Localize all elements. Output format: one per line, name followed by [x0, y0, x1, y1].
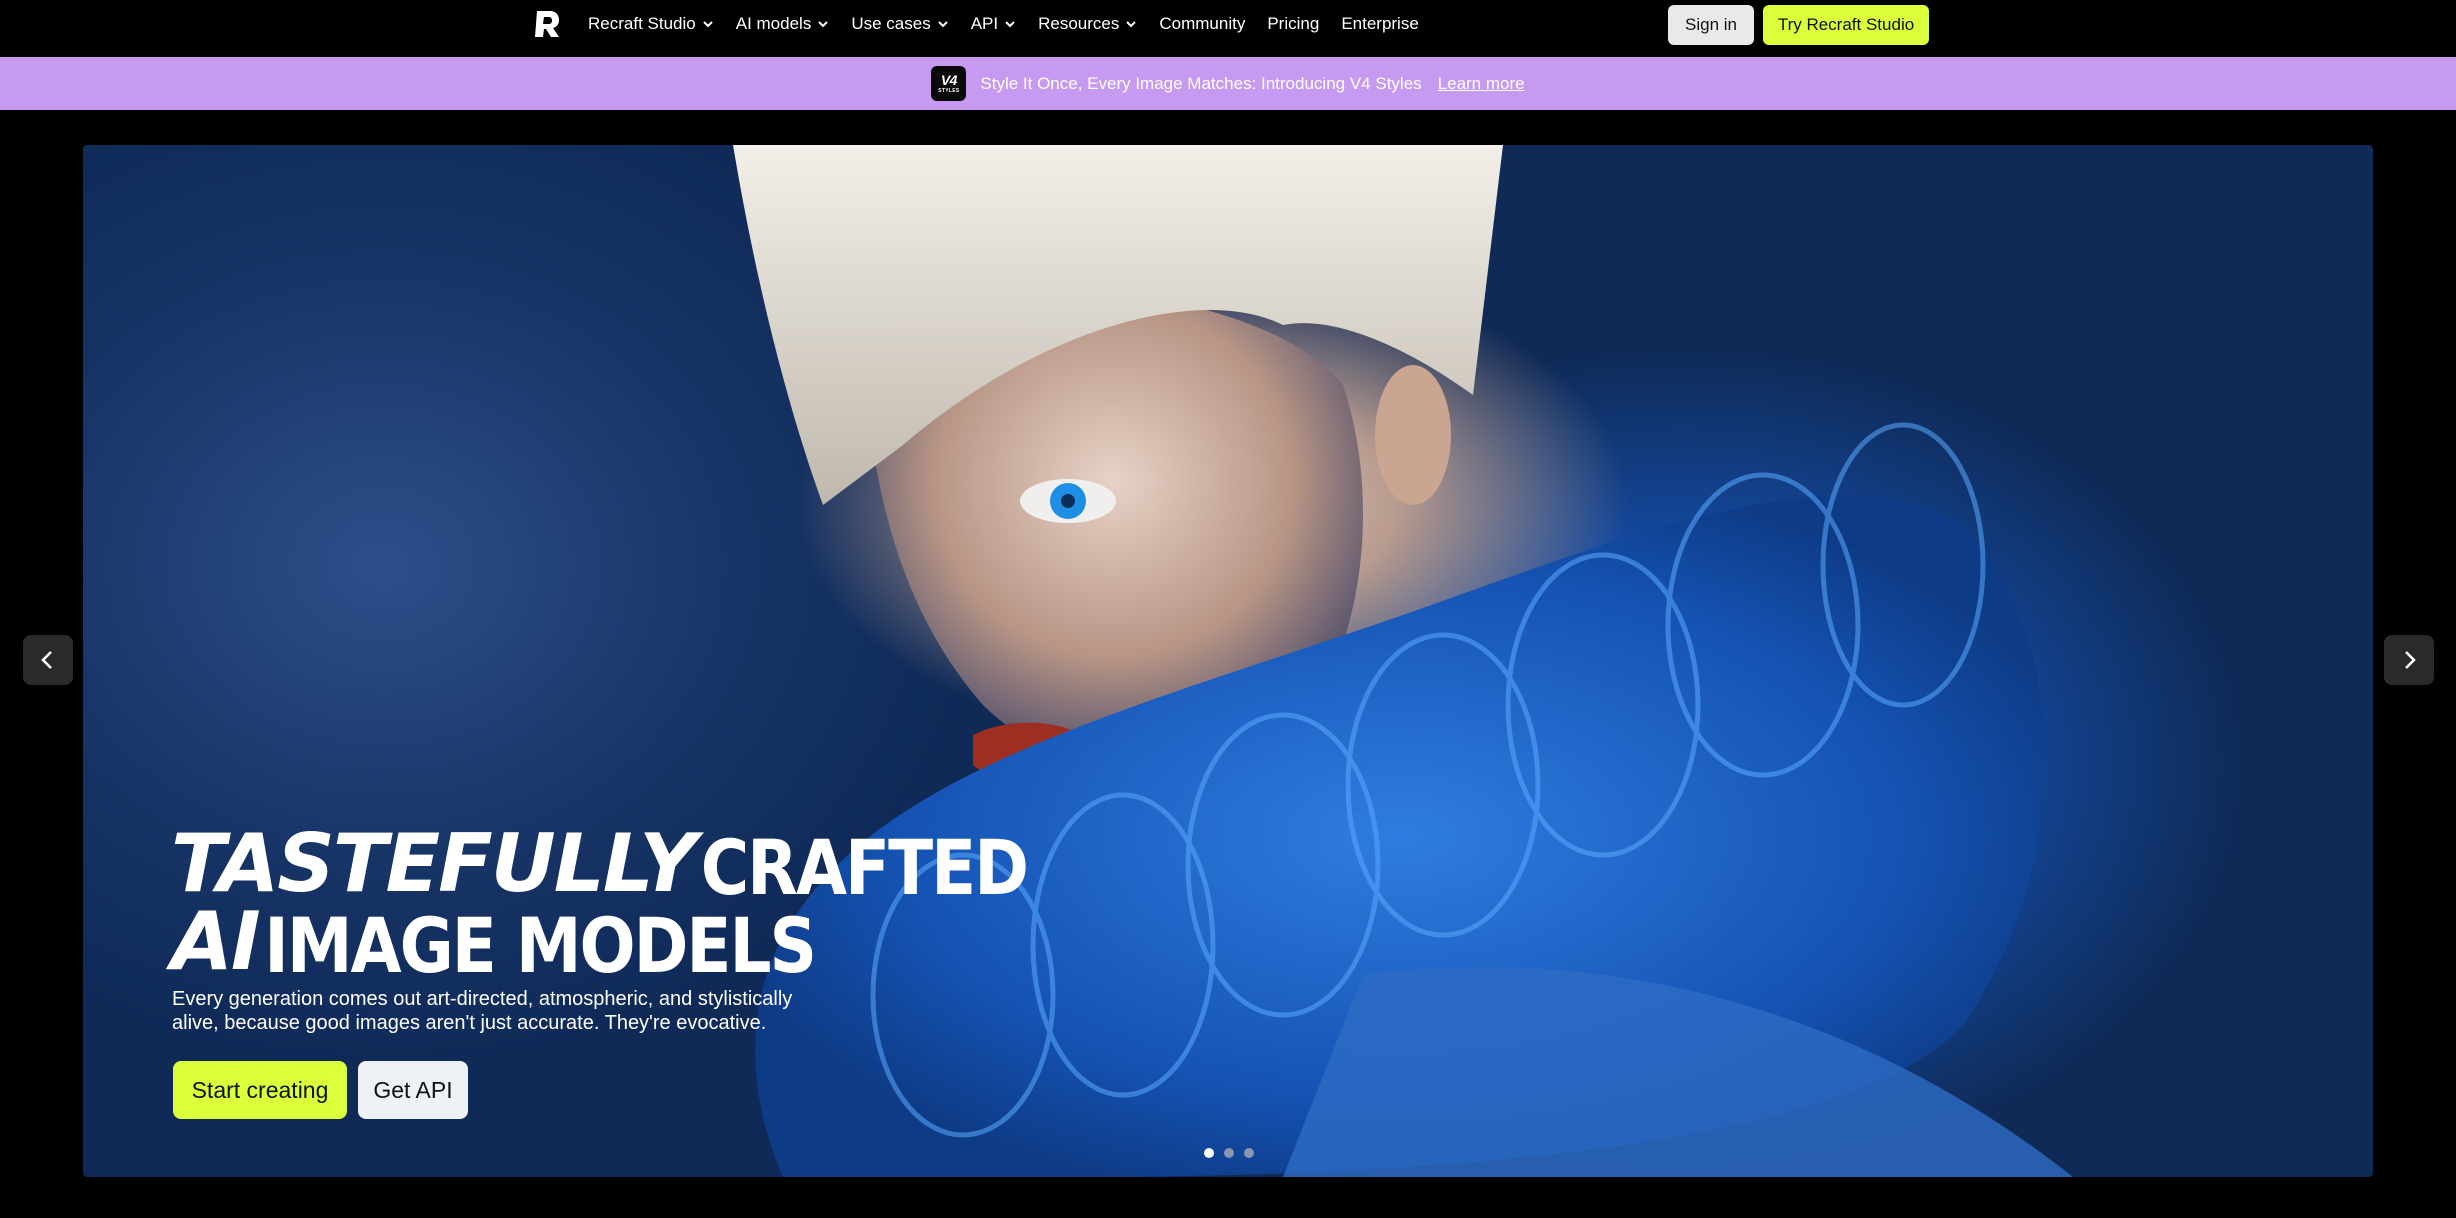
hero-description: Every generation comes out art-directed,…	[172, 988, 793, 1034]
recraft-logo-icon[interactable]	[532, 8, 564, 40]
announcement-bar: V4 STYLES Style It Once, Every Image Mat…	[0, 57, 2456, 110]
carousel-prev-button[interactable]	[23, 635, 73, 685]
nav-item-pricing[interactable]: Pricing	[1267, 14, 1319, 34]
sign-in-button[interactable]: Sign in	[1668, 5, 1754, 45]
nav-item-community[interactable]: Community	[1159, 14, 1245, 34]
get-api-button[interactable]: Get API	[358, 1061, 468, 1119]
nav-item-api[interactable]: API	[971, 14, 1016, 34]
chevron-right-icon	[2405, 651, 2416, 669]
nav-item-ai-models[interactable]: AI models	[736, 14, 830, 34]
nav-item-enterprise[interactable]: Enterprise	[1341, 14, 1418, 34]
try-recraft-studio-button[interactable]: Try Recraft Studio	[1763, 5, 1929, 45]
learn-more-link[interactable]: Learn more	[1438, 74, 1525, 94]
carousel-dot-2[interactable]	[1224, 1148, 1234, 1158]
carousel-next-button[interactable]	[2384, 635, 2434, 685]
chevron-down-icon	[1005, 21, 1015, 28]
nav-item-use-cases[interactable]: Use cases	[851, 14, 948, 34]
carousel-dot-3[interactable]	[1244, 1148, 1254, 1158]
chevron-down-icon	[703, 21, 713, 28]
chevron-down-icon	[937, 21, 948, 28]
top-navigation: Recraft Studio AI models Use cases API R…	[0, 0, 2456, 56]
nav-item-recraft-studio[interactable]: Recraft Studio	[588, 14, 714, 34]
chevron-down-icon	[1126, 21, 1137, 28]
nav-item-resources[interactable]: Resources	[1038, 14, 1137, 34]
chevron-left-icon	[41, 651, 52, 669]
carousel-dots	[1204, 1148, 1254, 1158]
carousel-dot-1[interactable]	[1204, 1148, 1214, 1158]
start-creating-button[interactable]: Start creating	[173, 1061, 347, 1119]
chevron-down-icon	[818, 21, 829, 28]
announcement-text: Style It Once, Every Image Matches: Intr…	[980, 73, 1422, 93]
v4-styles-badge-icon: V4 STYLES	[931, 66, 967, 101]
hero-title: TASTEFULLY CRAFTED AI IMAGE MODELS	[171, 817, 1029, 992]
nav-links: Recraft Studio AI models Use cases API R…	[588, 0, 1419, 48]
hero-carousel: TASTEFULLY CRAFTED AI IMAGE MODELS Every…	[83, 145, 2373, 1177]
